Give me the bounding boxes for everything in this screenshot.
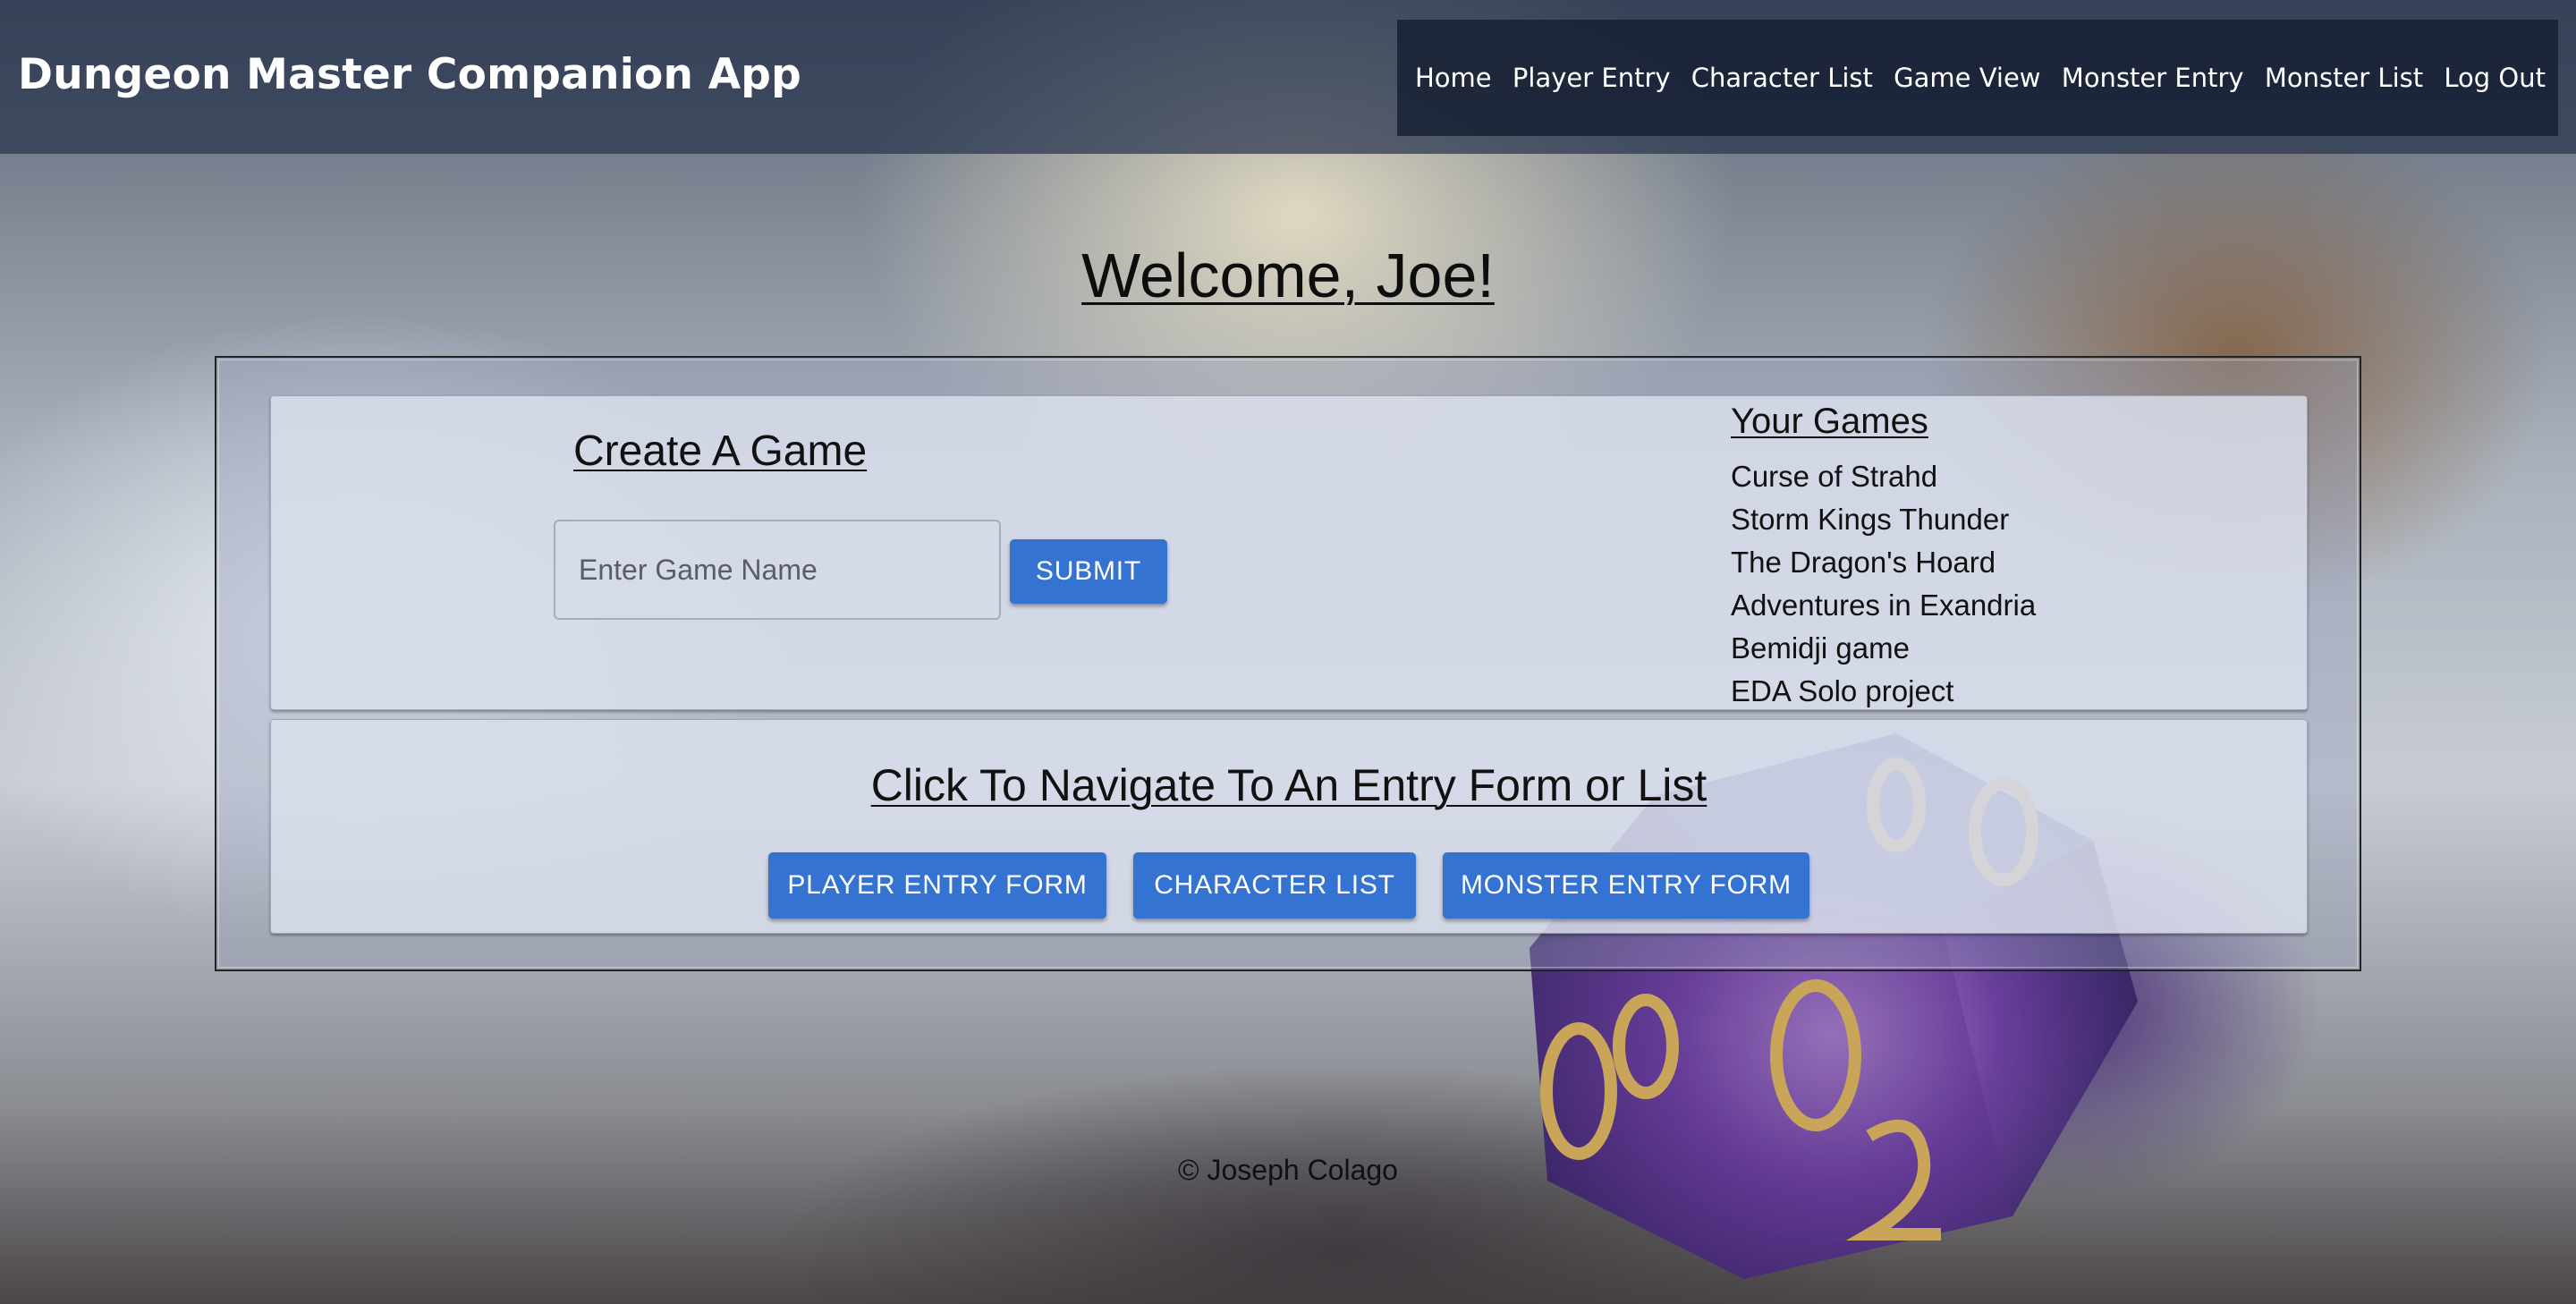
game-list-item[interactable]: Curse of Strahd xyxy=(1731,455,2036,498)
app-brand[interactable]: Dungeon Master Companion App xyxy=(18,50,801,99)
nav-game-view-link[interactable]: Game View xyxy=(1894,63,2040,93)
create-game-card: Create A Game SUBMIT Your Games Curse of… xyxy=(270,395,2308,710)
game-list-item[interactable]: Adventures in Exandria xyxy=(1731,584,2036,627)
nav-home-link[interactable]: Home xyxy=(1415,63,1492,93)
nav-character-list-link[interactable]: Character List xyxy=(1691,63,1873,93)
submit-button[interactable]: SUBMIT xyxy=(1010,539,1167,604)
navigate-card: Click To Navigate To An Entry Form or Li… xyxy=(270,719,2308,934)
navigate-title: Click To Navigate To An Entry Form or Li… xyxy=(870,760,1707,810)
nav-log-out-link[interactable]: Log Out xyxy=(2444,63,2546,93)
welcome-heading: Welcome, Joe! xyxy=(1081,241,1495,310)
game-list-item[interactable]: EDA Solo project xyxy=(1731,670,2036,713)
footer-copyright: © Joseph Colago xyxy=(1178,1154,1398,1186)
player-entry-form-button[interactable]: PLAYER ENTRY FORM xyxy=(768,852,1106,919)
game-list-item[interactable]: Storm Kings Thunder xyxy=(1731,498,2036,541)
nav-monster-list-link[interactable]: Monster List xyxy=(2265,63,2423,93)
top-navbar: Dungeon Master Companion App Home Player… xyxy=(0,0,2576,154)
monster-entry-form-button[interactable]: MONSTER ENTRY FORM xyxy=(1443,852,1809,919)
your-games-title: Your Games xyxy=(1731,402,1928,441)
main-nav: Home Player Entry Character List Game Vi… xyxy=(1397,20,2558,136)
create-game-title: Create A Game xyxy=(573,428,868,475)
game-list-item[interactable]: The Dragon's Hoard xyxy=(1731,541,2036,584)
character-list-button[interactable]: CHARACTER LIST xyxy=(1133,852,1416,919)
your-games-list: Curse of Strahd Storm Kings Thunder The … xyxy=(1731,455,2036,713)
nav-player-entry-link[interactable]: Player Entry xyxy=(1513,63,1671,93)
dashboard-panel: Create A Game SUBMIT Your Games Curse of… xyxy=(215,356,2361,971)
game-name-input[interactable] xyxy=(554,520,1001,620)
nav-monster-entry-link[interactable]: Monster Entry xyxy=(2062,63,2244,93)
game-list-item[interactable]: Bemidji game xyxy=(1731,627,2036,670)
